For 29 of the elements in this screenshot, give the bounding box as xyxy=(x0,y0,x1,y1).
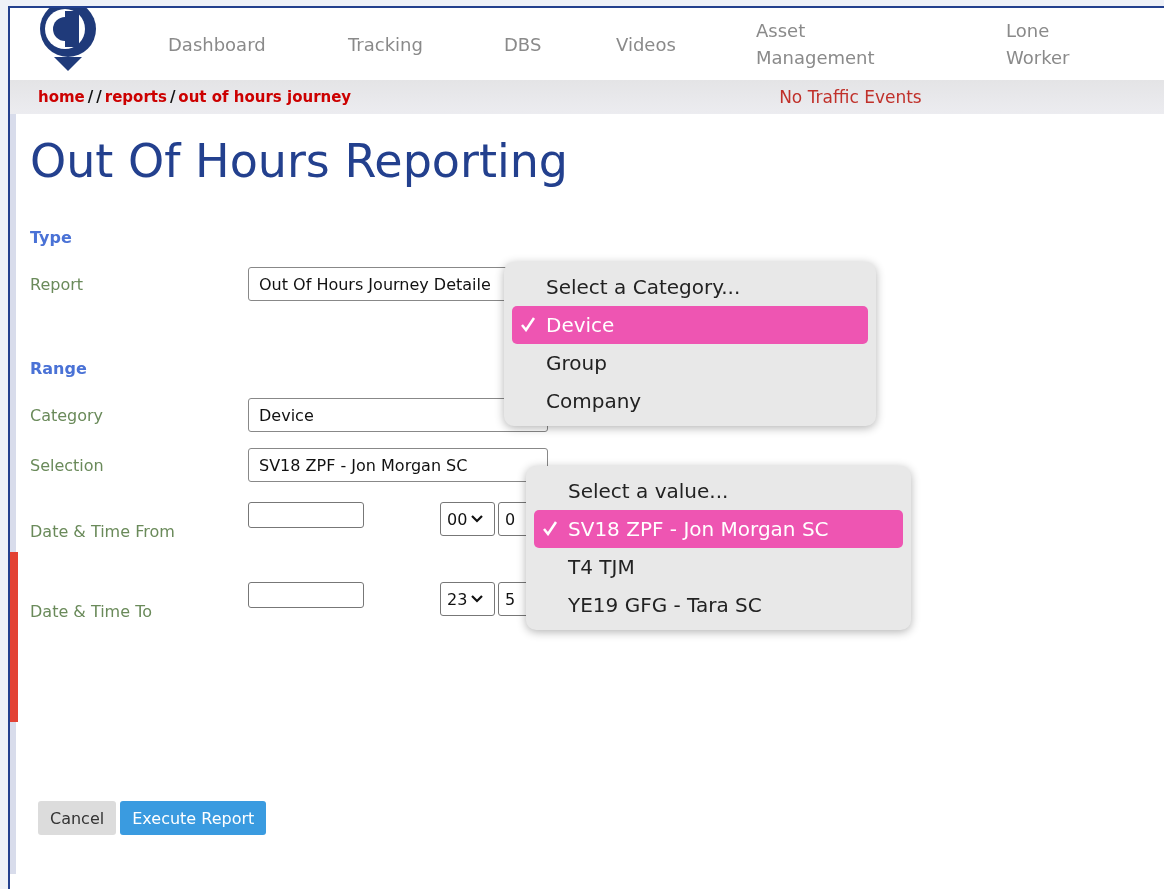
breadcrumb-separator: / xyxy=(87,88,94,106)
action-button[interactable]: Cancel xyxy=(38,801,117,835)
check-icon xyxy=(542,520,558,536)
breadcrumb-link[interactable]: reports xyxy=(104,88,167,106)
date-field[interactable] xyxy=(248,502,364,528)
field-label: Date & Time To xyxy=(30,602,153,621)
menu-option[interactable]: Group xyxy=(512,344,868,382)
select-field[interactable]: SV18 ZPF - Jon Morgan SC xyxy=(248,448,548,482)
breadcrumb-link[interactable]: out of hours journey xyxy=(178,88,352,106)
field-label: Category xyxy=(30,405,105,425)
chevron-down-icon xyxy=(471,595,484,603)
chevron-down-icon xyxy=(471,515,484,523)
section-heading: Type xyxy=(30,228,72,247)
page-title: Out Of Hours Reporting xyxy=(30,134,570,188)
breadcrumb-link[interactable]: home xyxy=(38,88,85,106)
section-heading: Range xyxy=(30,359,87,378)
field-label: Selection xyxy=(30,455,105,475)
hour-select[interactable]: 00 xyxy=(440,502,495,536)
side-handle[interactable] xyxy=(10,552,18,722)
date-field[interactable] xyxy=(248,582,364,608)
field-label: Date & Time From xyxy=(30,522,176,541)
hour-select[interactable]: 23 xyxy=(440,582,495,616)
check-icon xyxy=(520,316,536,332)
nav-link[interactable]: Videos xyxy=(616,30,756,58)
breadcrumb-separator: / xyxy=(96,88,102,106)
traffic-status: No Traffic Events xyxy=(779,87,922,107)
field-label: Report xyxy=(30,274,85,294)
nav-link[interactable]: Asset Management xyxy=(756,17,906,71)
breadcrumb-separator: / xyxy=(169,88,176,106)
